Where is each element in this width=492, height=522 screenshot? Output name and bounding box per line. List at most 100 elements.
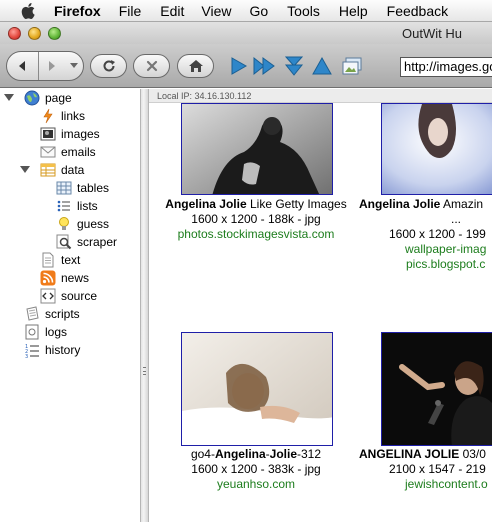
result-meta: 1600 x 1200 - 383k - jpg (191, 462, 321, 476)
rss-icon (40, 270, 56, 286)
menu-go[interactable]: Go (249, 3, 268, 19)
sidebar-item-news[interactable]: news (40, 269, 89, 287)
sidebar-item-scripts[interactable]: scripts (24, 305, 80, 323)
minimize-window-button[interactable] (28, 27, 41, 40)
zoom-window-button[interactable] (48, 27, 61, 40)
result-title: Like Getty Images (246, 197, 347, 211)
result-thumbnail-4[interactable] (381, 332, 492, 446)
window-title-bar: OutWit Hu (0, 22, 492, 44)
result-caption-2: Angelina Jolie Amazin ... 1600 x 1200 - … (359, 197, 492, 272)
result-title-bold: Angelina Jolie (359, 197, 441, 211)
code-icon (40, 288, 56, 304)
sidebar-item-text[interactable]: text (40, 251, 80, 269)
triangle-up-icon (312, 56, 332, 75)
grid-icon (56, 180, 72, 196)
result-caption-3: go4-Angelina-Jolie-312 1600 x 1200 - 383… (149, 447, 363, 492)
result-title-prefix: go4- (190, 447, 215, 461)
sidebar-item-lists[interactable]: lists (56, 197, 98, 215)
reload-button[interactable] (90, 54, 127, 78)
stop-icon (146, 60, 157, 72)
result-title: 03/0 (459, 447, 486, 461)
scroll-icon (24, 306, 40, 322)
apple-icon[interactable] (18, 2, 38, 19)
splitter-grip-icon (143, 367, 146, 375)
history-dropdown-button[interactable] (65, 52, 83, 80)
sidebar-item-guess[interactable]: guess (56, 215, 109, 233)
home-button[interactable] (177, 54, 214, 78)
result-meta: 1600 x 1200 - 199 (389, 227, 486, 241)
expand-triangle-icon[interactable] (4, 93, 14, 103)
menu-edit[interactable]: Edit (160, 3, 184, 19)
result-title-ellipsis: ... (451, 212, 462, 226)
home-icon (188, 60, 203, 72)
stop-button[interactable] (133, 54, 170, 78)
menu-firefox[interactable]: Firefox (54, 3, 101, 19)
result-title-bold: ANGELINA JOLIE (359, 447, 460, 461)
local-ip-label: Local IP: 34.16.130.112 (149, 89, 492, 103)
play-arrow-icon (231, 57, 248, 75)
sidebar-item-history[interactable]: 123 history (24, 341, 80, 359)
forward-arrow-icon (49, 61, 55, 71)
outwit-dig-button[interactable] (282, 55, 306, 77)
outwit-next-button[interactable] (226, 55, 250, 77)
envelope-icon (40, 144, 56, 160)
menu-tools[interactable]: Tools (287, 3, 320, 19)
outwit-view-button[interactable] (340, 55, 364, 77)
result-source-link[interactable]: photos.stockimagesvista.com (149, 227, 363, 242)
text-page-icon (40, 252, 56, 268)
log-icon (24, 324, 40, 340)
close-window-button[interactable] (8, 27, 21, 40)
result-thumbnail-1[interactable] (181, 103, 333, 195)
sidebar-item-source[interactable]: source (40, 287, 97, 305)
result-title-bold: Angelina (214, 447, 266, 461)
menu-view[interactable]: View (201, 3, 231, 19)
result-title: -312 (297, 447, 322, 461)
sidebar-splitter[interactable] (140, 89, 149, 522)
menu-file[interactable]: File (119, 3, 142, 19)
result-source-link[interactable]: jewishcontent.o (359, 477, 492, 492)
sidebar-item-scraper[interactable]: scraper (56, 233, 117, 251)
result-source-link[interactable]: pics.blogspot.c (359, 257, 492, 272)
image-icon (40, 126, 56, 142)
magnifier-icon (56, 234, 72, 250)
fast-forward-icon (253, 56, 275, 76)
sidebar-item-logs[interactable]: logs (24, 323, 67, 341)
result-source-link[interactable]: yeuanhso.com (149, 477, 363, 492)
sidebar-item-images[interactable]: images (40, 125, 100, 143)
sidebar-item-data[interactable]: data (40, 161, 84, 179)
result-source-link[interactable]: wallpaper-imag (359, 242, 492, 257)
globe-icon (24, 90, 40, 106)
sidebar-item-tables[interactable]: tables (56, 179, 109, 197)
lightbulb-icon (56, 216, 72, 232)
screenshot-icon (342, 57, 362, 75)
sidebar-item-links[interactable]: links (40, 107, 85, 125)
result-thumbnail-3[interactable] (181, 332, 333, 446)
window-title: OutWit Hu (402, 26, 462, 41)
result-caption-1: Angelina Jolie Like Getty Images 1600 x … (149, 197, 363, 242)
list-icon (56, 198, 72, 214)
dig-down-icon (284, 56, 304, 76)
menu-feedback[interactable]: Feedback (387, 3, 448, 19)
sidebar-item-emails[interactable]: emails (40, 143, 96, 161)
back-arrow-icon (18, 61, 25, 71)
back-button[interactable] (7, 52, 39, 80)
back-forward-group (6, 51, 84, 81)
result-title: Amazin (440, 197, 484, 211)
table-icon (40, 162, 56, 178)
result-title-bold: Angelina Jolie (165, 197, 247, 211)
chevron-down-icon (70, 63, 78, 68)
reload-icon (103, 60, 115, 72)
result-caption-4: ANGELINA JOLIE 03/0 2100 x 1547 - 219 je… (359, 447, 492, 492)
result-thumbnail-2[interactable] (381, 103, 492, 195)
result-meta: 1600 x 1200 - 188k - jpg (191, 212, 321, 226)
sidebar-item-page[interactable]: page (24, 89, 72, 107)
forward-button[interactable] (39, 52, 65, 80)
menu-help[interactable]: Help (339, 3, 368, 19)
outwit-fast-forward-button[interactable] (252, 55, 276, 77)
expand-triangle-icon[interactable] (20, 165, 30, 175)
images-results-pane: Local IP: 34.16.130.112 Angelina Jolie L… (149, 89, 492, 522)
url-field[interactable]: http://images.go (400, 57, 492, 77)
outwit-up-button[interactable] (310, 55, 334, 77)
result-meta: 2100 x 1547 - 219 (389, 462, 486, 476)
result-title-bold: Jolie (269, 447, 298, 461)
